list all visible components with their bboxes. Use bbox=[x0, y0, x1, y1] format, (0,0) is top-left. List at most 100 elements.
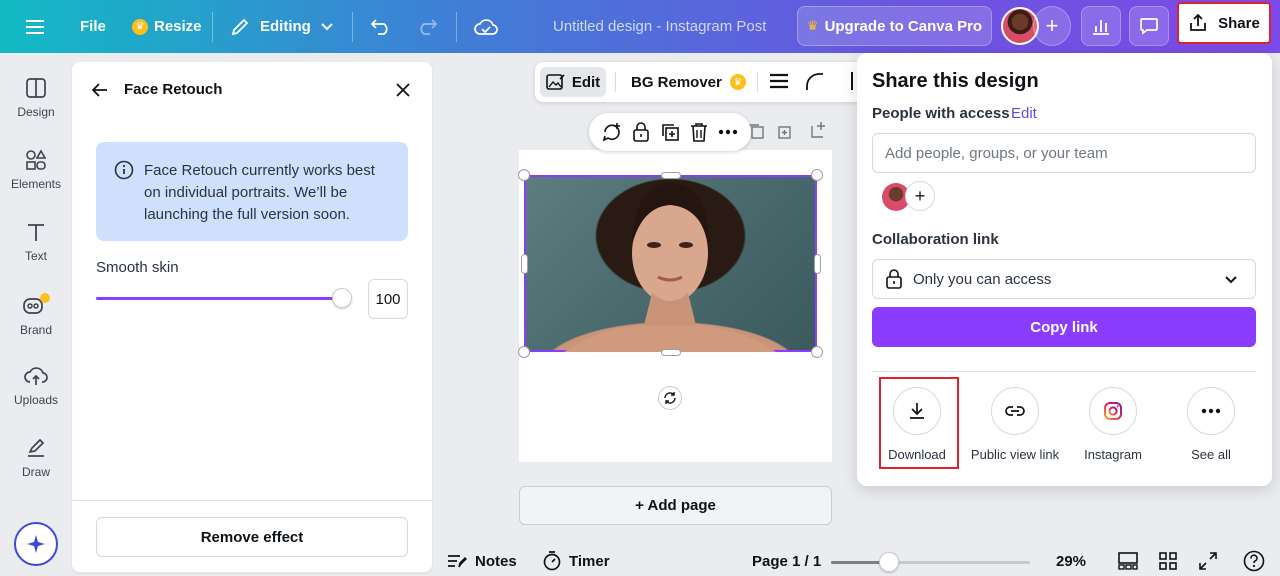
layout-icon bbox=[26, 78, 46, 98]
corner-rounding-icon[interactable] bbox=[805, 72, 825, 92]
resize-handle[interactable] bbox=[811, 169, 823, 181]
more-tools-edge bbox=[851, 72, 853, 90]
upgrade-button[interactable]: ♛ Upgrade to Canva Pro bbox=[797, 6, 992, 46]
divider bbox=[212, 12, 213, 42]
notes-button[interactable]: Notes bbox=[447, 546, 517, 576]
add-collaborator-button[interactable]: + bbox=[1033, 6, 1071, 46]
smooth-skin-value[interactable]: 100 bbox=[368, 279, 408, 319]
portrait-image[interactable] bbox=[524, 175, 817, 352]
see-all-option-circle bbox=[1187, 387, 1235, 435]
link-option-circle bbox=[991, 387, 1039, 435]
resize-handle[interactable] bbox=[661, 172, 681, 179]
timer-label: Timer bbox=[569, 552, 610, 570]
rail-label: Elements bbox=[10, 177, 62, 191]
smooth-skin-slider[interactable] bbox=[96, 297, 342, 300]
info-text: Face Retouch currently works best on ind… bbox=[144, 162, 375, 223]
page-indicator[interactable]: Page 1 / 1 bbox=[752, 546, 821, 576]
rail-item-draw[interactable]: Draw bbox=[0, 437, 72, 479]
insights-button[interactable] bbox=[1081, 6, 1121, 46]
zoom-slider-handle[interactable] bbox=[879, 552, 899, 572]
bg-remover-button[interactable]: BG Remover ♛ bbox=[631, 62, 746, 102]
add-page-button[interactable]: + Add page bbox=[519, 486, 832, 525]
crown-icon: ♛ bbox=[806, 18, 819, 33]
file-menu[interactable]: File bbox=[80, 0, 106, 53]
help-icon[interactable] bbox=[1243, 550, 1265, 572]
resize-handle[interactable] bbox=[814, 254, 821, 274]
back-arrow-icon[interactable] bbox=[92, 82, 108, 98]
page-view-icon[interactable] bbox=[1118, 552, 1138, 570]
access-level-select[interactable]: Only you can access bbox=[872, 259, 1256, 299]
magic-assistant-button[interactable] bbox=[14, 522, 58, 566]
more-icon bbox=[1201, 408, 1221, 414]
bg-remover-label: BG Remover bbox=[631, 73, 722, 91]
comments-button[interactable] bbox=[1129, 6, 1169, 46]
undo-icon[interactable] bbox=[370, 0, 392, 53]
crown-icon: ♛ bbox=[729, 74, 746, 90]
divider bbox=[615, 72, 616, 92]
menu-icon[interactable] bbox=[26, 0, 46, 53]
copy-link-button[interactable]: Copy link bbox=[872, 307, 1256, 347]
rail-item-brand[interactable]: Brand bbox=[0, 293, 72, 337]
collaboration-link-label: Collaboration link bbox=[872, 231, 999, 248]
divider bbox=[872, 371, 1256, 372]
copy-page-icon[interactable] bbox=[775, 123, 791, 139]
image-toolbar: Edit BG Remover ♛ bbox=[535, 62, 865, 102]
resize-handle[interactable] bbox=[811, 346, 823, 358]
plus-icon: + bbox=[1045, 13, 1059, 38]
trash-icon[interactable] bbox=[690, 122, 708, 142]
timer-button[interactable]: Timer bbox=[543, 546, 610, 576]
redo-icon[interactable] bbox=[416, 0, 438, 53]
text-icon bbox=[28, 224, 44, 241]
edit-access-link[interactable]: Edit bbox=[1011, 105, 1037, 122]
image-edit-icon bbox=[546, 74, 565, 90]
upgrade-label: Upgrade to Canva Pro bbox=[824, 17, 983, 35]
sparkle-icon bbox=[27, 535, 45, 553]
shapes-icon bbox=[26, 149, 47, 170]
resize-handle[interactable] bbox=[518, 346, 530, 358]
cloud-saved-icon[interactable] bbox=[474, 0, 498, 53]
share-button[interactable]: Share bbox=[1177, 2, 1271, 44]
duplicate-icon[interactable] bbox=[660, 122, 680, 142]
rail-item-uploads[interactable]: Uploads bbox=[0, 365, 72, 407]
more-icon[interactable] bbox=[718, 129, 738, 135]
share-option-see-all[interactable]: See all bbox=[1163, 387, 1259, 462]
chevron-down-icon bbox=[1225, 276, 1237, 284]
add-people-input[interactable]: Add people, groups, or your team bbox=[872, 133, 1256, 173]
smooth-skin-label: Smooth skin bbox=[96, 259, 179, 276]
top-bar: File ♛ Resize Editing Untitled design - … bbox=[0, 0, 1280, 53]
instagram-icon bbox=[1104, 402, 1122, 420]
bar-chart-icon bbox=[1093, 20, 1109, 35]
border-style-icon[interactable] bbox=[769, 73, 789, 91]
document-title[interactable]: Untitled design - Instagram Post bbox=[553, 0, 766, 53]
resize-handle[interactable] bbox=[521, 254, 528, 274]
resize-button[interactable]: ♛ Resize bbox=[132, 0, 202, 53]
editing-label: Editing bbox=[260, 18, 311, 35]
rail-item-text[interactable]: Text bbox=[0, 221, 72, 263]
resize-label: Resize bbox=[154, 18, 202, 35]
add-person-button[interactable]: + bbox=[905, 181, 935, 211]
divider bbox=[456, 12, 457, 42]
pencil-icon bbox=[231, 18, 249, 35]
comment-add-icon[interactable] bbox=[602, 122, 622, 142]
resize-handle[interactable] bbox=[518, 169, 530, 181]
close-icon[interactable] bbox=[396, 83, 410, 97]
crown-icon: ♛ bbox=[132, 18, 148, 35]
zoom-level[interactable]: 29% bbox=[1056, 546, 1086, 576]
fullscreen-icon[interactable] bbox=[1199, 552, 1217, 570]
grid-view-icon[interactable] bbox=[1159, 552, 1177, 570]
edit-image-button[interactable]: Edit bbox=[540, 67, 606, 97]
slider-handle[interactable] bbox=[332, 288, 352, 308]
rail-label: Draw bbox=[21, 465, 50, 479]
share-option-instagram[interactable]: Instagram bbox=[1065, 387, 1161, 462]
face-retouch-panel: Face Retouch Face Retouch currently work… bbox=[72, 62, 432, 572]
rail-item-elements[interactable]: Elements bbox=[0, 149, 72, 191]
editing-mode-button[interactable]: Editing bbox=[230, 0, 333, 53]
rail-item-design[interactable]: Design bbox=[0, 77, 72, 119]
remove-effect-button[interactable]: Remove effect bbox=[96, 517, 408, 557]
rail-label: Design bbox=[17, 105, 55, 119]
share-option-public-view-link[interactable]: Public view link bbox=[967, 387, 1063, 462]
lock-icon[interactable] bbox=[632, 122, 650, 142]
rotate-handle[interactable] bbox=[658, 386, 682, 410]
resize-handle[interactable] bbox=[661, 349, 681, 356]
add-page-icon[interactable] bbox=[810, 121, 828, 139]
